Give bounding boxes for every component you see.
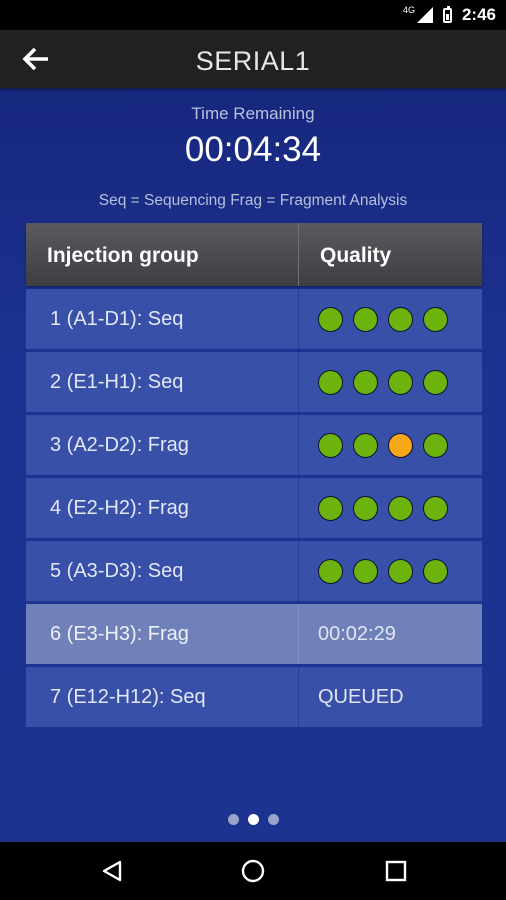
status-bar: 4G 2:46 (0, 0, 506, 30)
table-row[interactable]: 7 (E12-H12): Seq QUEUED (26, 667, 482, 727)
green-quality-dot-icon (318, 495, 343, 521)
quality-cell: QUEUED (299, 667, 482, 727)
quality-cell: 00:02:29 (299, 604, 482, 664)
injection-group-cell: 2 (E1-H1): Seq (26, 352, 299, 412)
green-quality-dot-icon (318, 432, 343, 458)
orange-quality-dot-icon (388, 432, 413, 458)
abbreviation-legend: Seq = Sequencing Frag = Fragment Analysi… (98, 192, 408, 209)
green-quality-dot-icon (423, 495, 448, 521)
status-time: 2:46 (461, 5, 496, 24)
injection-group-cell: 4 (E2-H2): Frag (26, 478, 299, 538)
page-dot[interactable] (267, 814, 279, 825)
quality-indicators (318, 369, 448, 395)
injection-status: QUEUED (318, 685, 404, 708)
table-row[interactable]: 6 (E3-H3): Frag 00:02:29 (26, 604, 482, 664)
green-quality-dot-icon (318, 369, 343, 395)
quality-cell (299, 541, 482, 601)
green-quality-dot-icon (388, 306, 413, 332)
injection-status: 00:02:29 (318, 622, 396, 645)
green-quality-dot-icon (318, 558, 343, 584)
page-dot[interactable] (227, 814, 239, 825)
green-quality-dot-icon (353, 495, 378, 521)
injection-group-cell: 6 (E3-H3): Frag (26, 604, 299, 664)
table-row[interactable]: 2 (E1-H1): Seq (26, 352, 482, 412)
table-header: Injection group Quality (26, 223, 482, 286)
green-quality-dot-icon (423, 369, 448, 395)
quality-cell (299, 478, 482, 538)
navigation-bar (0, 842, 506, 900)
battery-icon (442, 5, 452, 23)
page-title: SERIAL1 (195, 46, 311, 76)
quality-indicators (318, 432, 448, 458)
run-status-panel: Time Remaining 00:04:34 Seq = Sequencing… (0, 88, 506, 842)
nav-back-button[interactable] (72, 842, 152, 900)
injection-group-cell: 7 (E12-H12): Seq (26, 667, 299, 727)
green-quality-dot-icon (318, 306, 343, 332)
quality-cell (299, 289, 482, 349)
time-remaining-value: 00:04:34 (184, 130, 322, 169)
nav-home-button[interactable] (213, 842, 293, 900)
green-quality-dot-icon (423, 558, 448, 584)
signal-icon (416, 7, 433, 23)
header-quality: Quality (320, 244, 392, 267)
injection-table: Injection group Quality 1 (A1-D1): Seq 2 … (26, 223, 482, 727)
green-quality-dot-icon (423, 432, 448, 458)
green-quality-dot-icon (388, 495, 413, 521)
table-row[interactable]: 3 (A2-D2): Frag (26, 415, 482, 475)
green-quality-dot-icon (353, 558, 378, 584)
quality-indicators (318, 558, 448, 584)
green-quality-dot-icon (353, 306, 378, 332)
nav-recents-button[interactable] (356, 842, 436, 900)
table-row[interactable]: 5 (A3-D3): Seq (26, 541, 482, 601)
time-remaining-label: Time Remaining (191, 104, 315, 123)
quality-cell (299, 352, 482, 412)
table-row[interactable]: 1 (A1-D1): Seq (26, 289, 482, 349)
quality-cell (299, 415, 482, 475)
quality-indicators (318, 495, 448, 521)
injection-group-cell: 3 (A2-D2): Frag (26, 415, 299, 475)
square-recents-icon (385, 860, 407, 882)
header-injection-group: Injection group (26, 223, 299, 286)
quality-indicators (318, 306, 448, 332)
network-type: 4G (402, 5, 415, 15)
injection-group-cell: 5 (A3-D3): Seq (26, 541, 299, 601)
green-quality-dot-icon (423, 306, 448, 332)
table-row[interactable]: 4 (E2-H2): Frag (26, 478, 482, 538)
green-quality-dot-icon (353, 432, 378, 458)
triangle-back-icon (102, 860, 122, 882)
green-quality-dot-icon (388, 558, 413, 584)
green-quality-dot-icon (353, 369, 378, 395)
page-indicator (0, 814, 506, 825)
injection-group-cell: 1 (A1-D1): Seq (26, 289, 299, 349)
page-dot[interactable] (247, 814, 259, 825)
app-bar: SERIAL1 (0, 30, 506, 88)
green-quality-dot-icon (388, 369, 413, 395)
circle-home-icon (241, 859, 265, 883)
